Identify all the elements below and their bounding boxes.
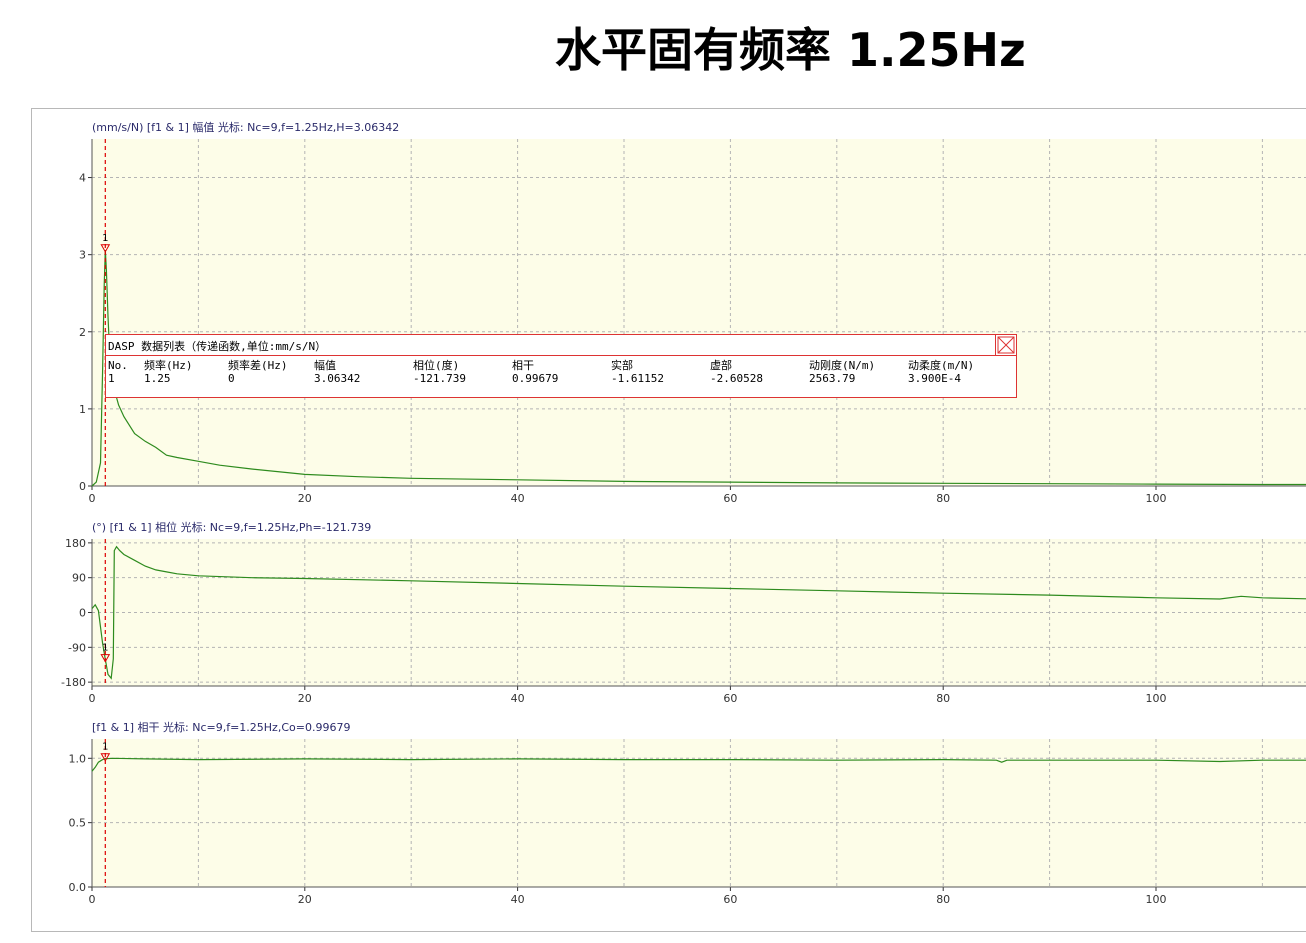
x-tick-label: 60 (723, 492, 737, 505)
x-tick-label: 80 (936, 893, 950, 906)
data-list-panel[interactable]: DASP 数据列表（传递函数,单位:mm/s/N） No. 频率(Hz) 频率差(H… (105, 334, 1017, 398)
dasp-chart-window: (mm/s/N) [f1 & 1] 幅值 光标: Nc=9,f=1.25Hz,H… (31, 108, 1306, 932)
y-tick-label: 0 (79, 607, 86, 620)
x-tick-label: 40 (511, 492, 525, 505)
y-tick-label: 4 (79, 172, 86, 185)
y-tick-label: 0 (79, 480, 86, 493)
y-tick-label: -180 (61, 676, 86, 689)
x-tick-label: 100 (1146, 692, 1167, 705)
x-tick-label: 20 (298, 492, 312, 505)
x-tick-label: 60 (723, 893, 737, 906)
y-tick-label: 1.0 (69, 752, 87, 765)
table-header-cell: 动刚度(N/m) (809, 359, 876, 372)
x-tick-label: 40 (511, 692, 525, 705)
table-value-cell: 3.900E-4 (908, 372, 961, 385)
table-value-cell: -121.739 (413, 372, 466, 385)
table-header-cell: 虚部 (710, 359, 732, 372)
chart-title: [f1 & 1] 相干 光标: Nc=9,f=1.25Hz,Co=0.99679 (92, 720, 350, 734)
y-tick-label: 3 (79, 249, 86, 262)
x-tick-label: 20 (298, 692, 312, 705)
data-list-header: DASP 数据列表（传递函数,单位:mm/s/N） (106, 335, 1016, 356)
table-header-cell: 实部 (611, 359, 633, 372)
y-tick-label: 0.5 (69, 817, 87, 830)
x-tick-label: 80 (936, 692, 950, 705)
x-tick-label: 100 (1146, 893, 1167, 906)
table-value-cell: 0.99679 (512, 372, 559, 385)
slide-title: 水平固有频率 1.25Hz (555, 23, 1026, 77)
table-header-cell: 相干 (512, 359, 534, 372)
table-value-cell: -2.60528 (710, 372, 763, 385)
x-tick-label: 0 (89, 692, 96, 705)
data-list-title: DASP 数据列表（传递函数,单位:mm/s/N） (108, 340, 327, 353)
table-value-cell: 1.25 (144, 372, 171, 385)
chart-title: (mm/s/N) [f1 & 1] 幅值 光标: Nc=9,f=1.25Hz,H… (92, 120, 399, 134)
x-tick-label: 80 (936, 492, 950, 505)
table-value-cell: 0 (228, 372, 235, 385)
y-tick-label: 1 (79, 403, 86, 416)
table-value-cell: 3.06342 (314, 372, 361, 385)
charts-canvas[interactable]: (mm/s/N) [f1 & 1] 幅值 光标: Nc=9,f=1.25Hz,H… (32, 109, 1306, 931)
x-tick-label: 40 (511, 893, 525, 906)
y-tick-label: -90 (68, 641, 86, 654)
table-header-cell: No. (108, 359, 128, 372)
table-header-cell: 频率(Hz) (144, 359, 193, 372)
close-icon[interactable] (995, 335, 1016, 355)
plot-area (92, 739, 1306, 887)
x-tick-label: 0 (89, 492, 96, 505)
x-tick-label: 60 (723, 692, 737, 705)
table-value-cell: -1.61152 (611, 372, 664, 385)
table-header-cell: 动柔度(m/N) (908, 359, 975, 372)
cursor-label: 1 (102, 742, 108, 753)
table-value-cell: 1 (108, 372, 115, 385)
table-value-cell: 2563.79 (809, 372, 856, 385)
x-tick-label: 20 (298, 893, 312, 906)
table-header-cell: 相位(度) (413, 359, 460, 372)
x-tick-label: 100 (1146, 492, 1167, 505)
plot-area (92, 139, 1306, 486)
y-tick-label: 0.0 (69, 881, 87, 894)
y-tick-label: 90 (72, 572, 86, 585)
table-header-cell: 频率差(Hz) (228, 359, 288, 372)
y-tick-label: 180 (65, 537, 86, 550)
cursor-label: 1 (102, 233, 108, 244)
chart-title: (°) [f1 & 1] 相位 光标: Nc=9,f=1.25Hz,Ph=-12… (92, 520, 371, 534)
data-list-body: No. 频率(Hz) 频率差(Hz) 幅值 相位(度) 相干 实部 虚部 动刚度(N/m) 动柔度… (106, 356, 1016, 396)
table-header-cell: 幅值 (314, 359, 336, 372)
y-tick-label: 2 (79, 326, 86, 339)
cursor-label: 1 (102, 643, 108, 654)
x-tick-label: 0 (89, 893, 96, 906)
